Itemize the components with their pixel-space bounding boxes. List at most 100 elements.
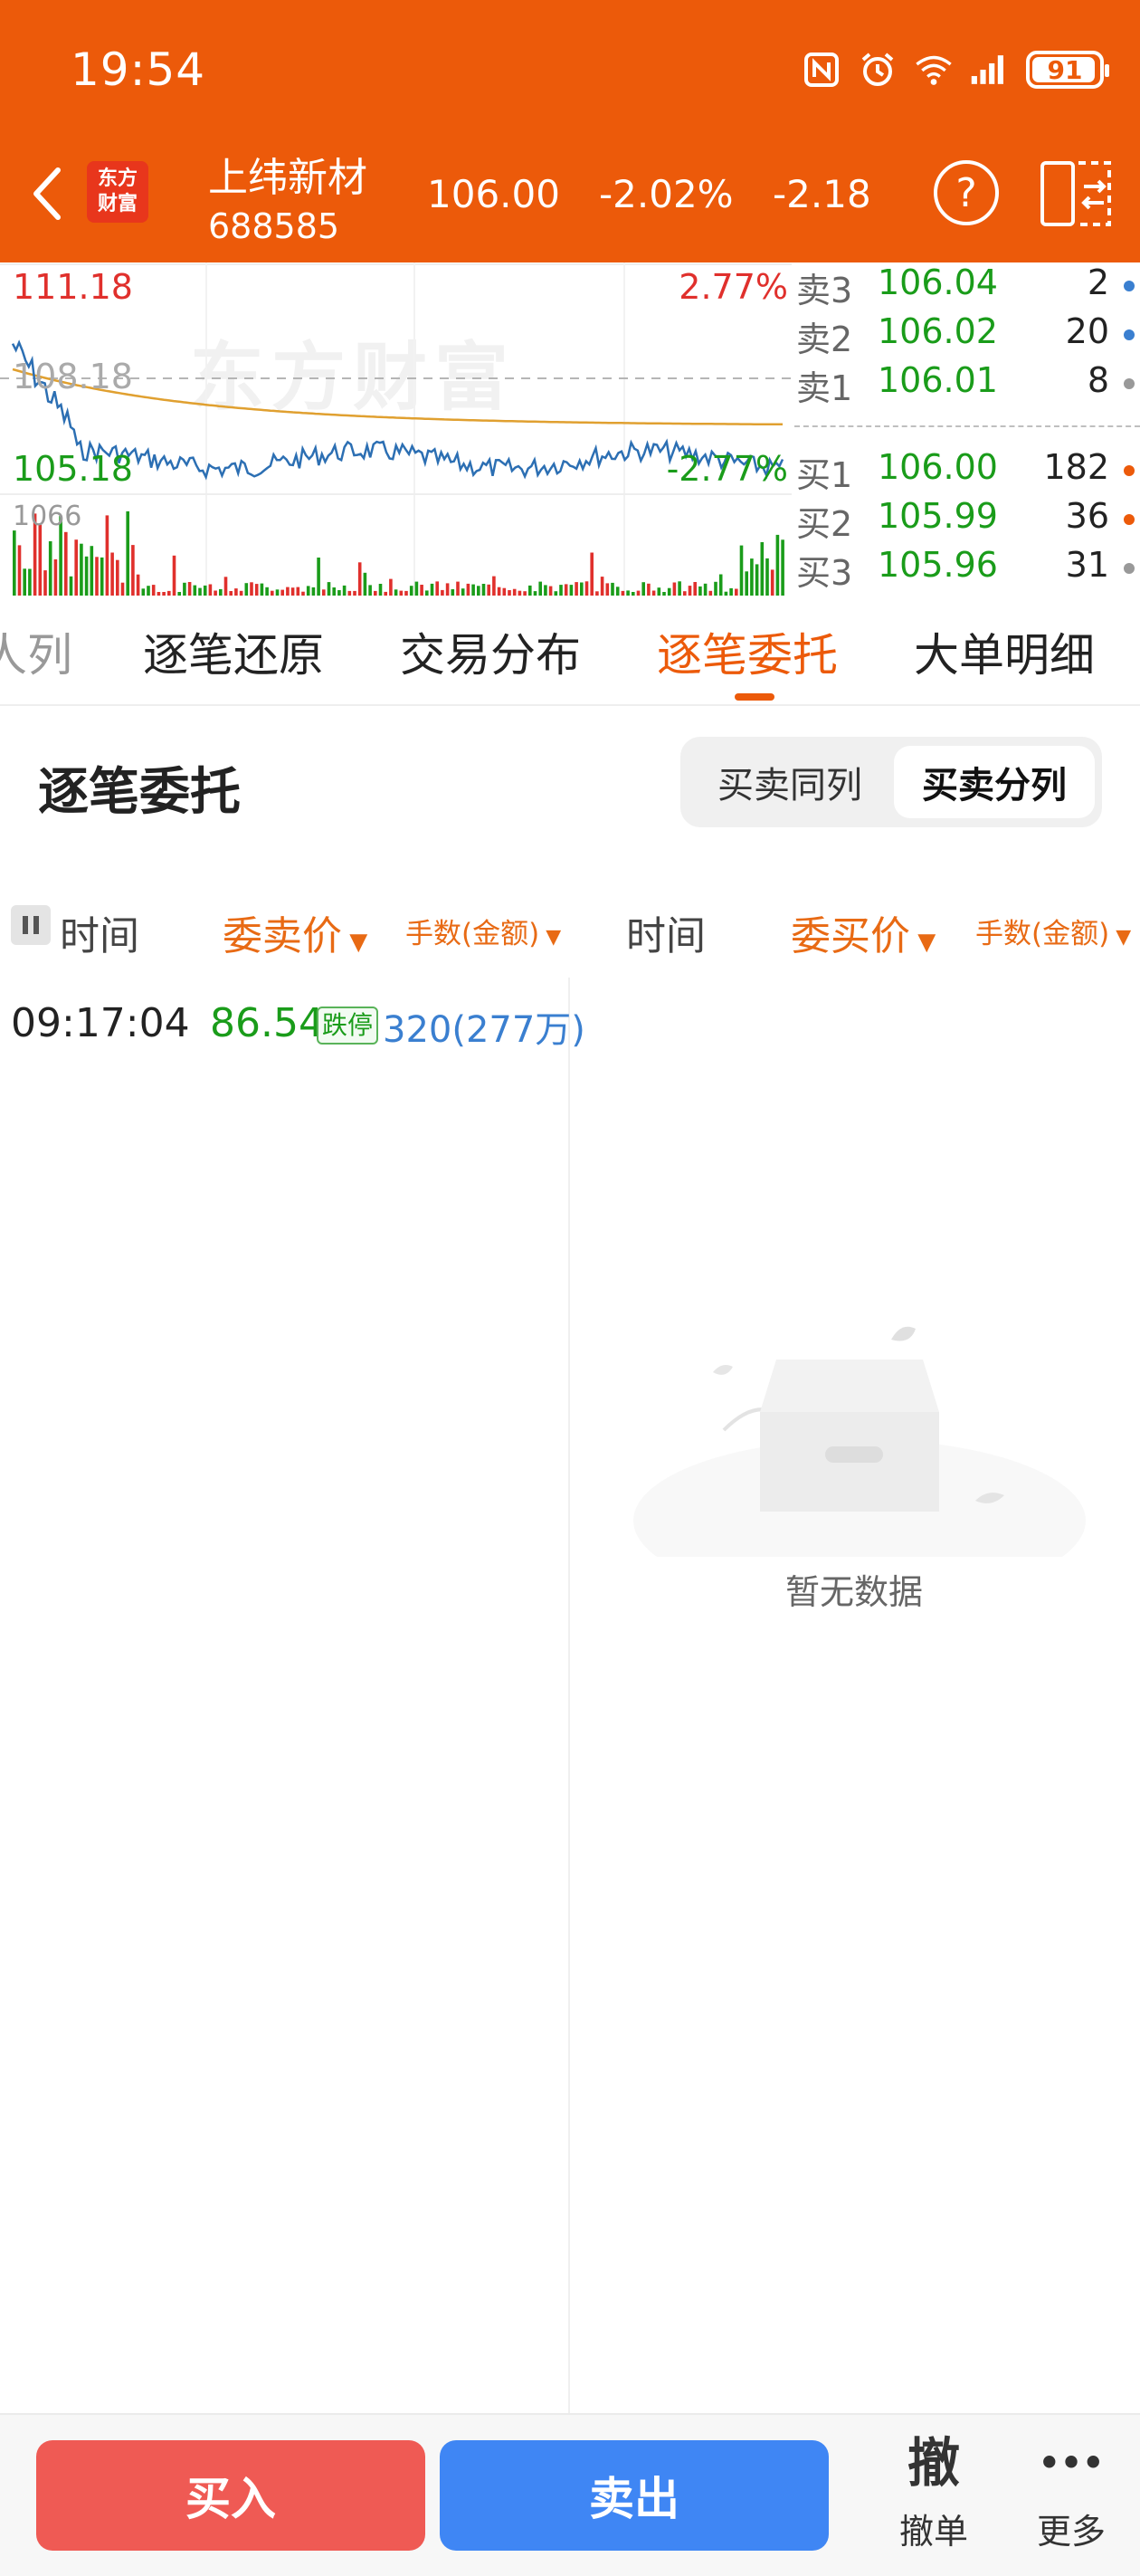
sort-down-icon: ▼ <box>1109 926 1132 949</box>
volume-bar <box>544 585 547 596</box>
bid-dot <box>1124 465 1135 476</box>
sort-down-icon: ▼ <box>539 926 562 949</box>
volume-bar <box>203 585 207 596</box>
volume-bar <box>662 592 666 596</box>
ask-price: 106.04 <box>878 262 998 302</box>
volume-bar <box>760 542 765 596</box>
tab-partial[interactable]: 人列 <box>0 619 72 684</box>
app-header: 19:54 91 东方 财富 上纬新材 688585 106.00 -2.02%… <box>0 0 1140 262</box>
volume-bar <box>538 581 542 596</box>
volume-bar <box>90 546 94 596</box>
cancel-order-button[interactable]: 撤 撤单 <box>879 2431 988 2553</box>
volume-bar <box>595 591 599 596</box>
volume-bar <box>198 587 202 596</box>
volume-bar <box>739 545 744 596</box>
volume-bar <box>729 587 733 596</box>
volume-bar <box>275 589 280 596</box>
intraday-chart[interactable]: 东方财富 111.18 2.77% 108.18 105.18 -2.77% 1… <box>0 262 792 597</box>
sell-button[interactable]: 卖出 <box>440 2440 829 2551</box>
order-row-time: 09:17:04 <box>11 1000 190 1046</box>
bid-dot <box>1124 514 1135 525</box>
volume-bar <box>404 590 408 596</box>
volume-bar <box>600 577 604 596</box>
tab-tick-orders[interactable]: 逐笔委托 <box>657 619 838 684</box>
volume-bar <box>48 541 52 596</box>
limit-down-badge: 跌停 <box>317 1007 379 1045</box>
volume-bar <box>13 530 16 596</box>
bid-side: 买1 <box>796 455 853 495</box>
volume-bar <box>647 583 651 596</box>
volume-bar <box>533 591 537 596</box>
chart-low-pct: -2.77% <box>666 449 788 489</box>
volume-bar <box>430 583 434 596</box>
volume-bar <box>765 558 769 596</box>
more-label: 更多 <box>1036 2512 1106 2552</box>
help-button[interactable]: ? <box>934 160 999 225</box>
volume-bar <box>53 559 58 596</box>
cancel-order-icon: 撤 <box>907 2432 960 2494</box>
help-icon: ? <box>955 169 977 216</box>
volume-bar <box>456 581 460 596</box>
volume-bar <box>497 587 501 596</box>
ask-volume: 20 <box>1065 311 1109 351</box>
volume-bar <box>528 585 532 596</box>
volume-bar <box>781 539 784 596</box>
more-button[interactable]: ••• 更多 <box>1017 2431 1126 2553</box>
volume-bar <box>74 539 78 596</box>
header-lots-buy[interactable]: 手数(金额) ▼ <box>975 911 1131 951</box>
layout-switch-button[interactable] <box>1039 159 1115 228</box>
toggle-same-column[interactable]: 买卖同列 <box>689 746 890 818</box>
volume-bar <box>384 591 387 596</box>
ask-price: 106.01 <box>878 360 998 400</box>
volume-bar <box>110 552 114 596</box>
ask-row: 卖2 106.02 20 <box>794 311 1140 359</box>
empty-box-illustration <box>633 1326 1086 1557</box>
signal-icon <box>970 50 1010 90</box>
tab-large-orders[interactable]: 大单明细 <box>914 619 1095 684</box>
volume-bar <box>17 545 22 596</box>
tab-tick-restore[interactable]: 逐笔还原 <box>143 619 324 684</box>
volume-bar <box>471 584 475 596</box>
section-title: 逐笔委托 <box>38 763 241 822</box>
back-button[interactable] <box>22 161 72 226</box>
volume-bar <box>693 582 697 596</box>
volume-bar <box>271 590 274 596</box>
book-divider <box>794 425 1140 427</box>
volume-bar <box>441 589 444 596</box>
buy-button[interactable]: 买入 <box>36 2440 425 2551</box>
header-bid-price[interactable]: 委买价 ▼ <box>791 903 936 961</box>
volume-bar <box>332 587 336 596</box>
current-price: 106.00 <box>427 172 560 216</box>
wifi-icon <box>914 50 954 90</box>
bid-price: 105.96 <box>878 545 998 585</box>
more-dots-icon: ••• <box>1038 2443 1105 2483</box>
volume-bar <box>389 578 393 596</box>
volume-bar <box>651 590 656 596</box>
volume-bar <box>518 590 522 596</box>
cancel-order-label: 撤单 <box>898 2512 968 2552</box>
volume-bar <box>347 590 352 596</box>
header-ask-price[interactable]: 委卖价 ▼ <box>223 903 367 961</box>
ask-volume: 8 <box>1087 360 1109 400</box>
ask-dot <box>1124 329 1135 340</box>
detail-tabs: 人列 逐笔还原 交易分布 逐笔委托 大单明细 <box>0 599 1140 706</box>
pause-icon[interactable] <box>11 905 51 945</box>
header-lots-sell[interactable]: 手数(金额) ▼ <box>405 911 561 951</box>
order-row-price: 86.54 <box>210 1000 324 1046</box>
volume-bar <box>214 590 217 596</box>
tab-trade-distribution[interactable]: 交易分布 <box>400 619 581 684</box>
battery-level: 91 <box>1047 54 1083 85</box>
bid-row: 买1 106.00 182 <box>794 447 1140 495</box>
volume-bar <box>317 558 320 596</box>
volume-bar <box>337 590 341 596</box>
volume-bar <box>580 582 584 596</box>
bid-side: 买2 <box>796 504 853 544</box>
volume-bar <box>167 590 171 596</box>
volume-bar <box>84 556 89 596</box>
toggle-split-column[interactable]: 买卖分列 <box>894 746 1095 818</box>
order-book[interactable]: 卖3 106.04 2 卖2 106.02 20 卖1 106.01 8 买1 … <box>794 262 1140 597</box>
volume-bar <box>254 584 259 596</box>
nfc-icon <box>802 50 841 90</box>
chart-high-pct: 2.77% <box>679 267 788 307</box>
volume-bar <box>193 585 197 596</box>
